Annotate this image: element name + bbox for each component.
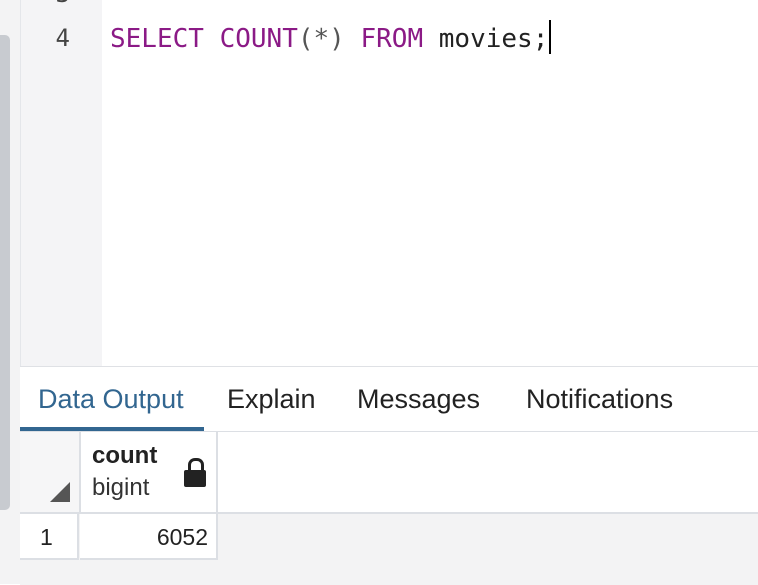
tab-data-output[interactable]: Data Output xyxy=(20,367,204,431)
scrollbar[interactable] xyxy=(0,35,10,510)
row-number[interactable]: 1 xyxy=(20,514,79,560)
statement-terminator: ; xyxy=(532,24,549,54)
select-all-corner[interactable] xyxy=(20,432,81,512)
keyword-from: FROM xyxy=(360,24,424,54)
column-type: bigint xyxy=(92,474,150,501)
cell-count-value[interactable]: 6052 xyxy=(80,514,218,560)
query-editor[interactable]: 3 4 SELECT COUNT(*) FROM movies; xyxy=(20,0,758,366)
keyword-count: COUNT xyxy=(219,24,298,54)
grid-header: count bigint xyxy=(20,432,758,514)
column-header-count[interactable]: count bigint xyxy=(80,432,218,512)
column-name: count xyxy=(92,442,158,469)
tab-messages[interactable]: Messages xyxy=(357,367,480,431)
keyword-select: SELECT xyxy=(110,24,204,54)
text-cursor xyxy=(549,20,552,54)
line-number-3: 3 xyxy=(56,0,70,8)
results-tabbar: Data Output Explain Messages Notificatio… xyxy=(20,367,758,432)
count-args: (*) xyxy=(297,24,345,54)
tab-explain[interactable]: Explain xyxy=(227,367,316,431)
table-row[interactable]: 1 6052 xyxy=(20,514,758,560)
line-number-4: 4 xyxy=(55,24,70,52)
sort-corner-icon xyxy=(50,482,70,502)
table-name: movies xyxy=(438,24,533,54)
left-strip xyxy=(0,0,20,584)
line-number-gutter: 3 4 xyxy=(20,0,102,366)
results-panel: Data Output Explain Messages Notificatio… xyxy=(20,366,758,585)
code-line-4[interactable]: SELECT COUNT(*) FROM movies; xyxy=(110,20,552,58)
lock-icon xyxy=(184,458,206,490)
tab-notifications[interactable]: Notifications xyxy=(526,367,673,431)
